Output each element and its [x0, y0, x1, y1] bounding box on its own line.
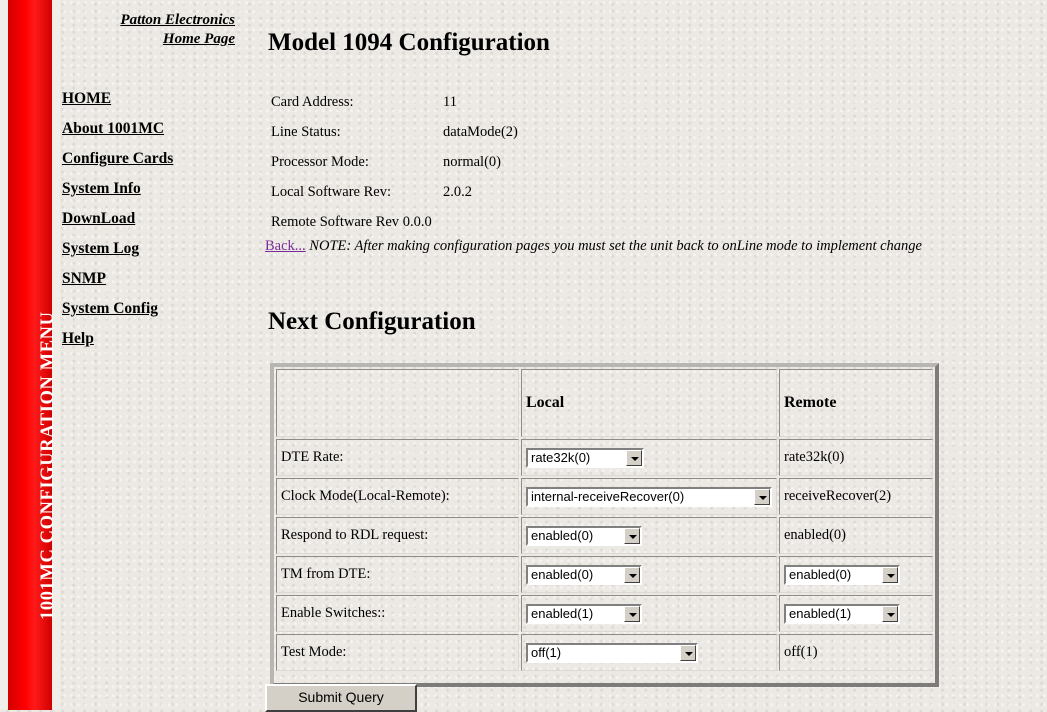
- remote-value: receiveRecover(2): [779, 478, 933, 515]
- nav-system-log[interactable]: System Log: [62, 234, 173, 264]
- select-value: enabled(1): [789, 605, 852, 621]
- config-row-tm-from-dte: TM from DTE: enabled(0) enabled(0): [276, 556, 933, 593]
- select-value: enabled(1): [531, 605, 594, 621]
- config-row-clock-mode: Clock Mode(Local-Remote): internal-recei…: [276, 478, 933, 515]
- config-menu-bar: 1001MC CONFIGURATION MENU: [8, 0, 58, 710]
- select-value: internal-receiveRecover(0): [531, 488, 685, 504]
- select-value: enabled(0): [789, 566, 852, 582]
- card-info: Card Address: 11 Line Status: dataMode(2) …: [271, 87, 518, 237]
- local-test-mode-select[interactable]: off(1): [526, 642, 698, 663]
- chevron-down-icon[interactable]: [882, 605, 898, 622]
- info-label: Card Address:: [271, 94, 354, 110]
- row-label: Respond to RDL request:: [276, 517, 519, 554]
- row-label: DTE Rate:: [276, 439, 519, 476]
- config-row-rdl: Respond to RDL request: enabled(0) enabl…: [276, 517, 933, 554]
- chevron-down-icon[interactable]: [680, 644, 696, 661]
- config-row-enable-switches: Enable Switches:: enabled(1) enabled(1): [276, 595, 933, 632]
- chevron-down-icon[interactable]: [624, 605, 640, 622]
- nav-configure-cards[interactable]: Configure Cards: [62, 144, 173, 174]
- remote-switches-select[interactable]: enabled(1): [784, 603, 900, 624]
- info-label: Processor Mode:: [271, 154, 369, 170]
- local-switches-select[interactable]: enabled(1): [526, 603, 642, 624]
- sidebar-nav: HOME About 1001MC Configure Cards System…: [62, 84, 173, 354]
- info-row: Local Software Rev: 2.0.2: [271, 177, 518, 207]
- local-tm-select[interactable]: enabled(0): [526, 564, 642, 585]
- nav-help[interactable]: Help: [62, 324, 173, 354]
- row-label: Test Mode:: [276, 634, 519, 671]
- brand-link[interactable]: Patton Electronics Home Page: [75, 11, 235, 49]
- note-paragraph: Back... NOTE: After making configuration…: [265, 233, 1047, 260]
- header-blank: [276, 369, 519, 437]
- config-table: Local Remote DTE Rate: rate32k(0) rate32…: [270, 363, 939, 687]
- row-label: Enable Switches::: [276, 595, 519, 632]
- nav-home[interactable]: HOME: [62, 84, 173, 114]
- remote-value: enabled(0): [779, 517, 933, 554]
- local-clock-mode-select[interactable]: internal-receiveRecover(0): [526, 486, 772, 507]
- info-label: Local Software Rev:: [271, 184, 391, 200]
- chevron-down-icon[interactable]: [626, 449, 642, 466]
- brand-line-homepage[interactable]: Home Page: [163, 31, 235, 47]
- submit-button[interactable]: Submit Query: [265, 684, 417, 712]
- brand-line-company[interactable]: Patton Electronics: [120, 12, 235, 28]
- chevron-down-icon[interactable]: [624, 527, 640, 544]
- info-value: 0.0.0: [402, 214, 432, 230]
- info-value: 2.0.2: [443, 184, 472, 200]
- select-value: enabled(0): [531, 527, 594, 543]
- info-label: Line Status:: [271, 124, 341, 140]
- info-label: Remote Software Rev: [271, 214, 400, 230]
- row-label: TM from DTE:: [276, 556, 519, 593]
- remote-value: rate32k(0): [779, 439, 933, 476]
- config-row-test-mode: Test Mode: off(1) off(1): [276, 634, 933, 671]
- config-row-dte-rate: DTE Rate: rate32k(0) rate32k(0): [276, 439, 933, 476]
- row-label: Clock Mode(Local-Remote):: [276, 478, 519, 515]
- nav-download[interactable]: DownLoad: [62, 204, 173, 234]
- note-text: NOTE: After making configuration pages y…: [309, 238, 922, 254]
- info-value: 11: [443, 94, 457, 110]
- info-row: Line Status: dataMode(2): [271, 117, 518, 147]
- select-value: rate32k(0): [531, 449, 591, 465]
- nav-system-config[interactable]: System Config: [62, 294, 173, 324]
- info-value: normal(0): [443, 154, 501, 170]
- remote-value: off(1): [779, 634, 933, 671]
- header-local: Local: [521, 369, 777, 437]
- chevron-down-icon[interactable]: [882, 566, 898, 583]
- info-value: dataMode(2): [443, 124, 518, 140]
- nav-about[interactable]: About 1001MC: [62, 114, 173, 144]
- chevron-down-icon[interactable]: [624, 566, 640, 583]
- local-dte-rate-select[interactable]: rate32k(0): [526, 447, 644, 468]
- nav-snmp[interactable]: SNMP: [62, 264, 173, 294]
- page-title: Model 1094 Configuration: [268, 29, 550, 56]
- header-remote: Remote: [779, 369, 933, 437]
- info-row: Card Address: 11: [271, 87, 518, 117]
- remote-tm-select[interactable]: enabled(0): [784, 564, 900, 585]
- config-menu-title: 1001MC CONFIGURATION MENU: [38, 311, 58, 620]
- nav-system-info[interactable]: System Info: [62, 174, 173, 204]
- back-link[interactable]: Back...: [265, 238, 306, 254]
- section-title: Next Configuration: [268, 308, 476, 335]
- local-rdl-select[interactable]: enabled(0): [526, 525, 642, 546]
- chevron-down-icon[interactable]: [754, 488, 770, 505]
- info-row: Processor Mode: normal(0): [271, 147, 518, 177]
- select-value: off(1): [531, 644, 562, 660]
- select-value: enabled(0): [531, 566, 594, 582]
